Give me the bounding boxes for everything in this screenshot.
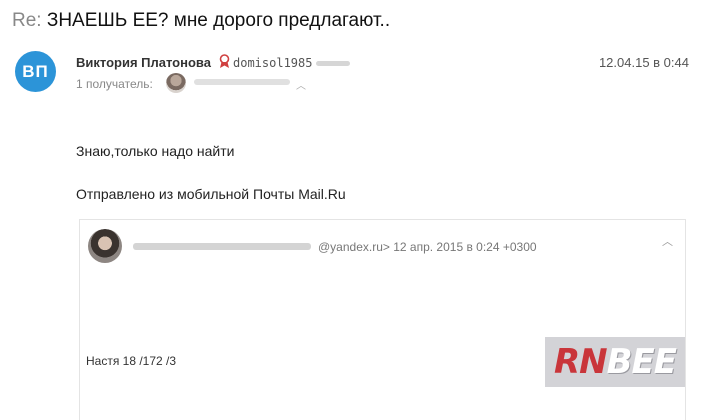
watermark-logo: RN BEE [545,337,685,387]
sender-avatar[interactable]: ВП [15,51,56,92]
message-body-line: Знаю,только надо найти [76,143,235,159]
sender-name[interactable]: Виктория Платонова [76,55,211,70]
quoted-body: Настя 18 /172 /3 [86,354,177,368]
message-signature: Отправлено из мобильной Почты Mail.Ru [76,186,346,202]
quoted-sender-avatar[interactable] [88,229,122,263]
email-subject: Re: ЗНАЕШЬ ЕЕ? мне дорого предлагают.. [12,10,390,32]
expand-recipients-icon[interactable]: ︿ [296,77,306,92]
sender-badge-icon [219,54,230,68]
sender-email[interactable]: domisol1985 [233,56,351,70]
message-date: 12.04.15 в 0:44 [598,55,689,70]
quoted-sender-redacted [133,243,311,250]
recipient-name-redacted[interactable] [194,79,290,85]
subject-text: ЗНАЕШЬ ЕЕ? мне дорого предлагают.. [46,10,391,31]
collapse-quote-icon[interactable]: ︿ [662,233,673,249]
recipients-label: 1 получатель: [76,77,153,91]
recipient-avatar[interactable] [166,73,186,93]
quoted-meta: @yandex.ru> 12 апр. 2015 в 0:24 +0300 [318,240,537,254]
reply-prefix: Re: [12,10,42,31]
